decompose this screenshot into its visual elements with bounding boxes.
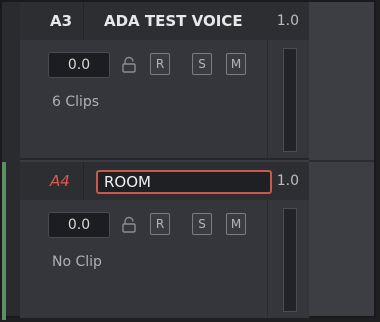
lock-icon[interactable] xyxy=(120,216,138,234)
clip-count-label: 6 Clips xyxy=(52,94,100,110)
track-level-readout: 1.0 xyxy=(276,173,299,189)
track-color-accent xyxy=(2,162,6,320)
timeline-track-area[interactable] xyxy=(309,2,374,316)
audio-level-meter xyxy=(283,48,297,152)
track-controls: 0.0 R S M 6 Clips xyxy=(20,40,309,158)
audio-track-a3: A3 ADA TEST VOICE 1.0 0.0 R S M 6 Clips xyxy=(20,2,309,160)
track-controls: 0.0 R S M No Clip xyxy=(20,200,309,318)
meter-column xyxy=(267,40,310,158)
audio-level-meter xyxy=(283,208,297,312)
track-color-strip xyxy=(2,2,20,320)
timeline-track-panel: A3 ADA TEST VOICE 1.0 0.0 R S M 6 Clips … xyxy=(0,0,376,320)
clip-count-label: No Clip xyxy=(52,254,102,270)
volume-field[interactable]: 0.0 xyxy=(48,52,110,78)
solo-button[interactable]: S xyxy=(192,213,212,235)
track-id-label[interactable]: A3 xyxy=(26,2,84,40)
track-header: A4 ROOM 1.0 xyxy=(20,162,309,201)
track-id-label[interactable]: A4 xyxy=(26,162,84,200)
volume-field[interactable]: 0.0 xyxy=(48,212,110,238)
track-header: A3 ADA TEST VOICE 1.0 xyxy=(20,2,309,41)
solo-button[interactable]: S xyxy=(192,53,212,75)
mute-button[interactable]: M xyxy=(226,213,246,235)
mute-button[interactable]: M xyxy=(226,53,246,75)
track-level-readout: 1.0 xyxy=(276,13,299,29)
meter-column xyxy=(267,200,310,318)
track-name-input[interactable]: ROOM xyxy=(96,170,272,194)
record-arm-button[interactable]: R xyxy=(150,213,170,235)
audio-track-a4: A4 ROOM 1.0 0.0 R S M No Clip xyxy=(20,162,309,320)
record-arm-button[interactable]: R xyxy=(150,53,170,75)
track-lane-divider xyxy=(309,160,374,162)
track-divider xyxy=(20,158,309,160)
lock-icon[interactable] xyxy=(120,56,138,74)
track-name-label[interactable]: ADA TEST VOICE xyxy=(104,2,243,40)
